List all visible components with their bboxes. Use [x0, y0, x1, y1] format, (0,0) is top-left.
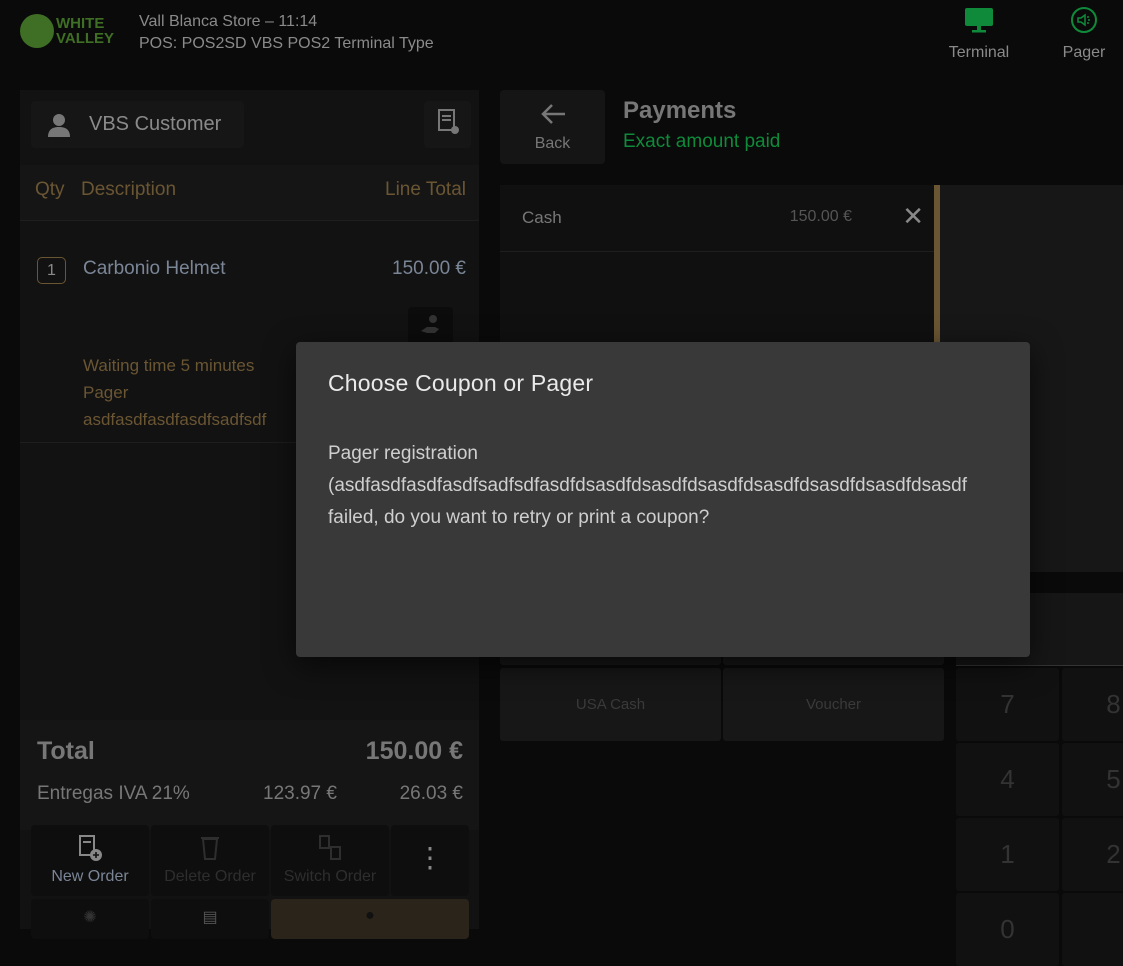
dialog-message-question: failed, do you want to retry or print a … — [328, 507, 710, 528]
key-5[interactable]: 5 — [1062, 743, 1123, 816]
total-label: Total — [37, 737, 95, 765]
store-info: Vall Blanca Store – 11:14 POS: POS2SD VB… — [139, 11, 434, 55]
discount-button[interactable]: ✺ — [31, 899, 149, 939]
pager-speaker-icon — [1044, 6, 1123, 34]
key-2[interactable]: 2 — [1062, 818, 1123, 891]
dialog-title: Choose Coupon or Pager — [328, 370, 594, 396]
total-amount: 150.00 € — [365, 737, 463, 765]
pos-line: POS: POS2SD VBS POS2 Terminal Type — [139, 35, 434, 52]
key-1[interactable]: 1 — [956, 818, 1059, 891]
dialog-message-line: Pager registration — [328, 443, 478, 464]
logo-ball-icon — [20, 14, 54, 48]
printer-icon: ▤ — [202, 909, 218, 926]
payment-status: Exact amount paid — [623, 131, 781, 152]
switch-order-button[interactable]: Switch Order — [271, 825, 389, 896]
more-options-button[interactable]: ⋮ — [391, 825, 469, 896]
kebab-menu-icon: ⋮ — [416, 842, 444, 873]
payments-title: Payments — [623, 97, 737, 124]
print-button[interactable]: ▤ — [151, 899, 269, 939]
pay-button[interactable]: ● — [271, 899, 469, 939]
line-service-button[interactable] — [408, 307, 453, 347]
back-button[interactable]: Back — [500, 90, 605, 164]
terminal-label: Terminal — [948, 44, 1010, 61]
tax-amount: 26.03 € — [399, 783, 463, 804]
user-icon — [47, 112, 71, 138]
payment-entry[interactable]: Cash 150.00 € ✕ — [500, 185, 934, 252]
key-8[interactable]: 8 — [1062, 668, 1123, 741]
trash-icon — [151, 833, 269, 868]
pager-button[interactable]: Pager — [1044, 6, 1123, 62]
order-settings-button[interactable] — [424, 101, 471, 148]
key-0[interactable]: 0 — [956, 893, 1059, 966]
hand-gear-icon — [419, 313, 443, 342]
usa-cash-button[interactable]: USA Cash — [500, 668, 721, 741]
order-table-header: Qty Description Line Total — [20, 165, 479, 221]
delete-order-label: Delete Order — [164, 868, 256, 885]
payment-method: Cash — [522, 208, 562, 227]
key-blank[interactable] — [1062, 893, 1123, 966]
line-notes: Waiting time 5 minutes Pager asdfasdfasd… — [83, 352, 266, 433]
key-7[interactable]: 7 — [956, 668, 1059, 741]
dialog-message: Pager registration (asdfasdfasdfasdfsadf… — [328, 438, 967, 534]
note-pager-id: asdfasdfasdfasdfsadfsdf — [83, 410, 267, 429]
back-label: Back — [534, 134, 571, 152]
monitor-icon — [939, 6, 1019, 34]
note-waiting-time: Waiting time 5 minutes — [83, 356, 255, 375]
col-description: Description — [81, 179, 177, 200]
line-description: Carbonio Helmet — [83, 258, 226, 279]
tax-base: 123.97 € — [263, 783, 337, 804]
key-4[interactable]: 4 — [956, 743, 1059, 816]
white-valley-logo: WHITE VALLEY — [20, 14, 114, 48]
new-order-button[interactable]: New Order — [31, 825, 149, 896]
dialog-message-pager-id: (asdfasdfasdfasdfsadfsdfasdfdsasdfdsasdf… — [328, 475, 968, 496]
line-qty-badge[interactable]: 1 — [37, 257, 66, 284]
line-total: 150.00 € — [392, 258, 466, 279]
voucher-button[interactable]: Voucher — [723, 668, 944, 741]
col-line-total: Line Total — [385, 179, 466, 200]
switch-order-label: Switch Order — [283, 868, 377, 885]
store-line: Vall Blanca Store – 11:14 — [139, 13, 318, 30]
delete-order-button[interactable]: Delete Order — [151, 825, 269, 896]
payment-amount: 150.00 € — [789, 208, 852, 225]
customer-button[interactable]: VBS Customer — [31, 101, 244, 148]
switch-order-icon — [271, 833, 389, 868]
new-order-icon — [31, 833, 149, 868]
new-order-label: New Order — [51, 868, 129, 885]
terminal-button[interactable]: Terminal — [939, 6, 1019, 62]
coupon-pager-dialog: Choose Coupon or Pager Pager registratio… — [296, 342, 1030, 657]
receipt-settings-icon — [434, 107, 462, 142]
customer-name: VBS Customer — [89, 113, 222, 135]
tax-label: Entregas IVA 21% — [37, 783, 190, 804]
discount-icon: ✺ — [83, 909, 97, 926]
remove-payment-icon[interactable]: ✕ — [902, 201, 924, 232]
coins-icon: ● — [365, 907, 375, 924]
totals-section: Total 150.00 € Entregas IVA 21% 123.97 €… — [20, 720, 479, 830]
pager-label: Pager — [1062, 44, 1106, 61]
col-qty: Qty — [35, 179, 65, 200]
arrow-left-icon — [539, 102, 567, 131]
note-pager: Pager — [83, 383, 129, 402]
